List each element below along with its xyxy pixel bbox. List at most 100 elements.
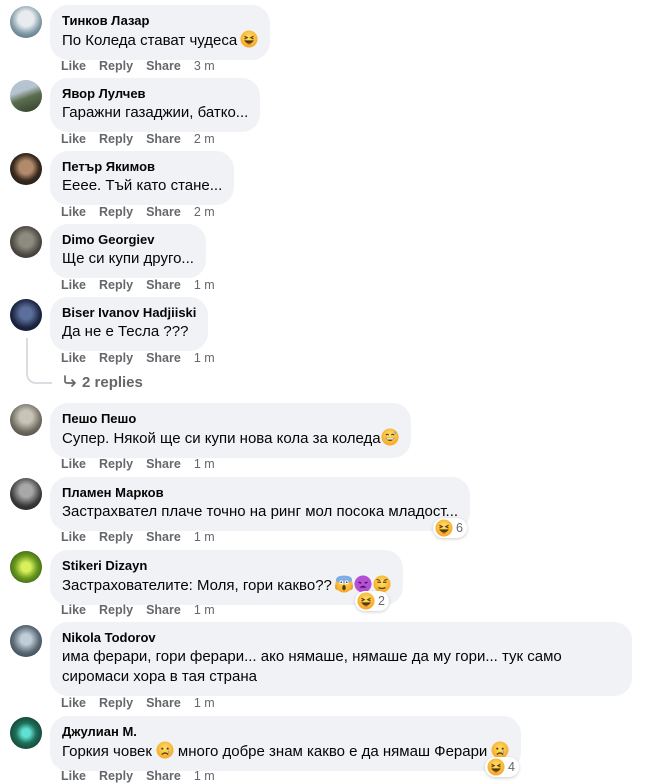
comment-bubble: Пламен Марков Застрахвател плаче точно н… <box>50 477 471 531</box>
haha-reaction-icon <box>357 592 375 610</box>
comment-bubble: Джулиан М. Горкия човек много добре знам … <box>50 716 522 771</box>
comment-actions: Like Reply Share 2 m <box>61 205 215 219</box>
share-button[interactable]: Share <box>146 132 181 146</box>
avatar[interactable] <box>10 226 42 258</box>
timestamp[interactable]: 1 m <box>194 769 215 783</box>
comment-actions: Like Reply Share 1 m <box>61 457 215 471</box>
comment-text-content: Застрахователите: Моля, гори какво?? <box>62 577 332 594</box>
share-button[interactable]: Share <box>146 457 181 471</box>
reply-button[interactable]: Reply <box>99 603 133 617</box>
reaction-count: 2 <box>378 594 385 608</box>
comment-text-content: Горкия човек <box>62 743 152 760</box>
timestamp[interactable]: 2 m <box>194 132 215 146</box>
comment-text: Супер. Някой ще си купи нова кола за кол… <box>62 428 399 449</box>
timestamp[interactable]: 2 m <box>194 205 215 219</box>
reply-button[interactable]: Reply <box>99 696 133 710</box>
like-button[interactable]: Like <box>61 132 86 146</box>
like-button[interactable]: Like <box>61 530 86 544</box>
comment-text: Гаражни газаджии, батко... <box>62 104 249 121</box>
avatar[interactable] <box>10 717 42 749</box>
reply-button[interactable]: Reply <box>99 278 133 292</box>
share-button[interactable]: Share <box>146 205 181 219</box>
comment-bubble: Dimo Georgiev Ще си купи друго... <box>50 224 206 278</box>
comment-author[interactable]: Nikola Todorov <box>62 630 620 646</box>
comment-author[interactable]: Тинков Лазар <box>62 13 258 29</box>
avatar[interactable] <box>10 404 42 436</box>
timestamp[interactable]: 3 m <box>194 59 215 73</box>
comment-actions: Like Reply Share 3 m <box>61 59 215 73</box>
comment-author[interactable]: Явор Лулчев <box>62 86 248 102</box>
avatar[interactable] <box>10 80 42 112</box>
comment-text: Ееее. Тъй като стане... <box>62 177 223 194</box>
comment-author[interactable]: Пламен Марков <box>62 485 458 501</box>
comment-text: Да не е Тесла ??? <box>62 323 189 340</box>
avatar[interactable] <box>10 299 42 331</box>
share-button[interactable]: Share <box>146 696 181 710</box>
like-button[interactable]: Like <box>61 457 86 471</box>
comment-actions: Like Reply Share 1 m <box>61 603 215 617</box>
comment-bubble: Biser Ivanov Hadjiiski Да не е Тесла ??? <box>50 297 209 351</box>
avatar[interactable] <box>10 478 42 510</box>
share-button[interactable]: Share <box>146 530 181 544</box>
reply-button[interactable]: Reply <box>99 59 133 73</box>
comment-text-content: Супер. Някой ще си купи нова кола за кол… <box>62 430 381 447</box>
reactions-summary[interactable]: 2 <box>355 591 389 611</box>
avatar[interactable] <box>10 153 42 185</box>
like-button[interactable]: Like <box>61 205 86 219</box>
comment-author[interactable]: Джулиан М. <box>62 724 509 740</box>
comment-text: Ще си купи друго... <box>62 250 194 267</box>
haha-reaction-icon <box>487 758 505 776</box>
timestamp[interactable]: 1 m <box>194 351 215 365</box>
timestamp[interactable]: 1 m <box>194 603 215 617</box>
reply-button[interactable]: Reply <box>99 132 133 146</box>
reply-button[interactable]: Reply <box>99 457 133 471</box>
share-button[interactable]: Share <box>146 59 181 73</box>
like-button[interactable]: Like <box>61 603 86 617</box>
comment-actions: Like Reply Share 1 m <box>61 769 215 783</box>
laughing-emoji-icon <box>240 30 258 48</box>
timestamp[interactable]: 1 m <box>194 530 215 544</box>
comment-bubble: Stikeri Dizayn Застрахователите: Моля, г… <box>50 550 403 605</box>
share-button[interactable]: Share <box>146 351 181 365</box>
grinning-sweat-emoji-icon <box>381 428 399 446</box>
like-button[interactable]: Like <box>61 696 86 710</box>
comment-bubble: Пешо Пешо Супер. Някой ще си купи нова к… <box>50 403 411 458</box>
timestamp[interactable]: 1 m <box>194 278 215 292</box>
haha-reaction-icon <box>435 519 453 537</box>
share-button[interactable]: Share <box>146 603 181 617</box>
avatar[interactable] <box>10 625 42 657</box>
reactions-summary[interactable]: 6 <box>433 518 467 538</box>
comment-bubble: Тинков Лазар По Коледа стават чудеса <box>50 5 271 60</box>
timestamp[interactable]: 1 m <box>194 696 215 710</box>
comment-text-content: По Коледа стават чудеса <box>62 32 238 49</box>
comment-actions: Like Reply Share 1 m <box>61 530 215 544</box>
avatar[interactable] <box>10 551 42 583</box>
comment-author[interactable]: Stikeri Dizayn <box>62 558 391 574</box>
like-button[interactable]: Like <box>61 59 86 73</box>
reply-arrow-icon <box>64 375 76 387</box>
comment-author[interactable]: Biser Ivanov Hadjiiski <box>62 305 196 321</box>
reactions-summary[interactable]: 4 <box>485 757 519 777</box>
like-button[interactable]: Like <box>61 769 86 783</box>
reply-button[interactable]: Reply <box>99 530 133 544</box>
reaction-count: 4 <box>508 760 515 774</box>
comment-text: Застрахователите: Моля, гори какво?? <box>62 575 391 596</box>
comment-author[interactable]: Петър Якимов <box>62 159 222 175</box>
comment-text: има ферари, гори ферари... ако нямаше, н… <box>62 648 562 685</box>
reply-button[interactable]: Reply <box>99 205 133 219</box>
avatar[interactable] <box>10 6 42 38</box>
reply-button[interactable]: Reply <box>99 351 133 365</box>
comment-text: По Коледа стават чудеса <box>62 30 258 51</box>
reaction-count: 6 <box>456 521 463 535</box>
comment-actions: Like Reply Share 1 m <box>61 351 215 365</box>
view-replies-link[interactable]: 2 replies <box>62 373 143 391</box>
share-button[interactable]: Share <box>146 769 181 783</box>
comment-author[interactable]: Dimo Georgiev <box>62 232 194 248</box>
share-button[interactable]: Share <box>146 278 181 292</box>
like-button[interactable]: Like <box>61 351 86 365</box>
comment-actions: Like Reply Share 1 m <box>61 278 215 292</box>
like-button[interactable]: Like <box>61 278 86 292</box>
comment-author[interactable]: Пешо Пешо <box>62 411 399 427</box>
timestamp[interactable]: 1 m <box>194 457 215 471</box>
reply-button[interactable]: Reply <box>99 769 133 783</box>
